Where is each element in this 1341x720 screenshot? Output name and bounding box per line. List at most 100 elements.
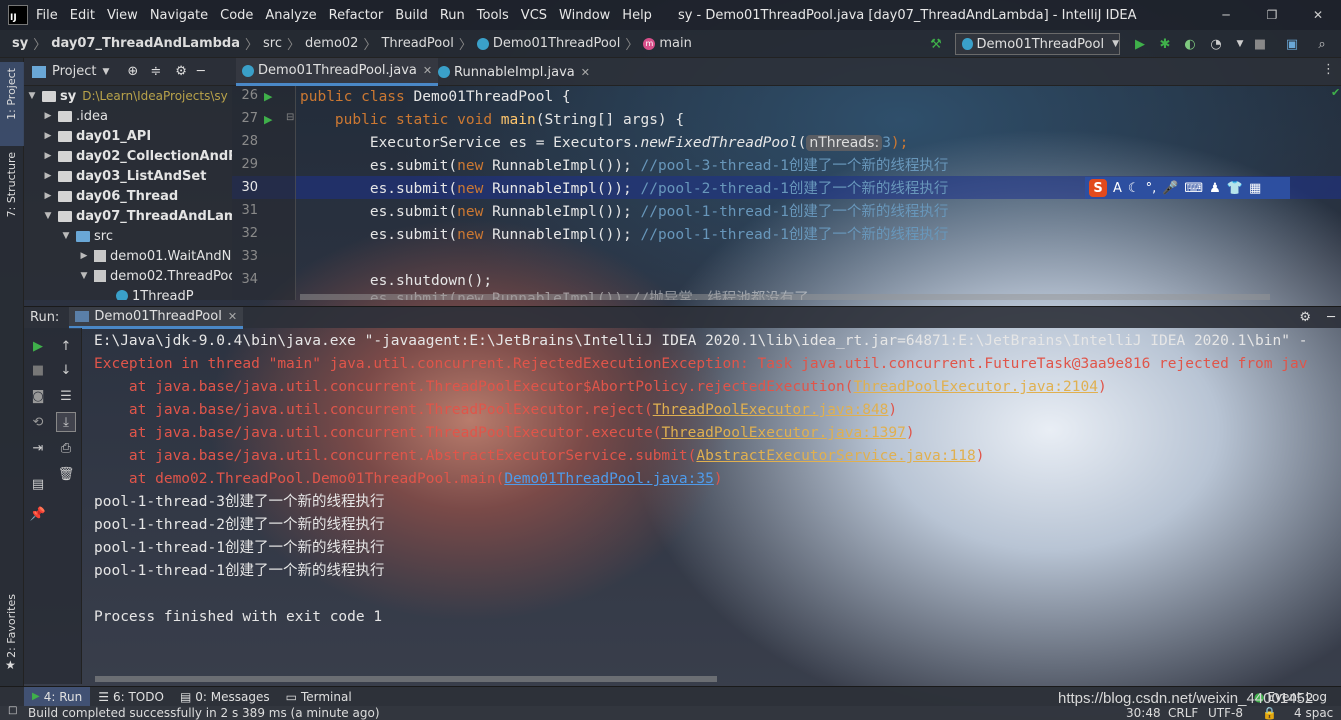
gear-icon[interactable]: ⚙ [175,64,187,79]
inspection-ok-icon[interactable]: ✔ [1331,86,1340,99]
stack-link[interactable]: ThreadPoolExecutor.java:848 [653,402,889,418]
tree-item-demo01[interactable]: ▶ demo01.WaitAndNo [78,246,232,266]
stack-link[interactable]: Demo01ThreadPool.java:35 [504,471,714,487]
status-message[interactable]: Build completed successfully in 2 s 389 … [28,706,380,720]
menu-code[interactable]: Code [220,8,253,23]
run-gutter-icon[interactable]: ▶ [264,90,272,103]
minimize-icon[interactable]: ─ [1203,0,1249,30]
messages-tool-button[interactable]: ▤ 0: Messages [172,687,278,707]
tree-item-day03[interactable]: ▶ day03_ListAndSet [42,166,207,186]
build-hammer-icon[interactable]: ⚒ [928,36,944,52]
search-everywhere-icon[interactable]: ⌕ [1314,36,1330,52]
stack-link[interactable]: ThreadPoolExecutor.java:2104 [854,379,1098,395]
tab-demo01threadpool[interactable]: Demo01ThreadPool.java ✕ [236,58,439,86]
breadcrumb-class[interactable]: Demo01ThreadPool [493,36,621,51]
close-tab-icon[interactable]: ✕ [423,64,432,77]
menu-refactor[interactable]: Refactor [329,8,384,23]
menu-view[interactable]: View [107,8,138,23]
file-encoding[interactable]: UTF-8 [1208,706,1243,720]
ime-mode-icon[interactable]: A [1113,181,1122,196]
menu-analyze[interactable]: Analyze [265,8,316,23]
menu-build[interactable]: Build [395,8,428,23]
profile-icon[interactable]: ◔ [1208,36,1224,52]
scroll-to-end-icon[interactable]: ⤓ [56,412,76,432]
tree-item-class[interactable]: 1ThreadP [116,286,194,300]
camera-icon[interactable]: ◙ [28,386,48,406]
favorites-side-label[interactable]: 2: Favorites [5,594,18,658]
console-horizontal-scrollbar[interactable] [95,676,717,682]
rerun-icon[interactable]: ▶ [28,336,48,356]
tab-runnableimpl[interactable]: RunnableImpl.java ✕ [432,58,596,86]
trash-icon[interactable]: 🗑 [56,464,76,484]
more-tabs-icon[interactable]: ⋮ [1322,62,1335,77]
line-separator[interactable]: CRLF [1168,706,1198,720]
coverage-icon[interactable]: ◐ [1182,36,1198,52]
breadcrumb-subpackage[interactable]: ThreadPool [381,36,453,51]
user-icon[interactable]: ♟ [1209,181,1221,196]
grid-icon[interactable]: ▦ [1249,181,1261,196]
editor-horizontal-scrollbar[interactable] [300,294,1270,300]
gear-icon[interactable]: ⚙ [1299,310,1311,325]
indent-setting[interactable]: 4 spac [1294,706,1333,720]
tree-item-day06[interactable]: ▶ day06_Thread [42,186,179,206]
shirt-icon[interactable]: 👕 [1227,181,1243,196]
project-tool-button[interactable]: 1: Project [0,62,24,146]
pin-icon[interactable]: 📌 [28,504,48,524]
tree-item-idea[interactable]: ▶ .idea [42,106,108,126]
ime-toolbar[interactable]: S A ☾ °, 🎤 ⌨ ♟ 👕 ▦ [1085,177,1290,199]
arrow-down-icon[interactable]: ↓ [56,360,76,380]
breadcrumb-src[interactable]: src [263,36,282,51]
profile-dropdown-icon[interactable]: ▼ [1232,36,1248,52]
close-icon[interactable]: ✕ [1295,0,1341,30]
hide-icon[interactable]: ─ [197,64,205,79]
close-tab-icon[interactable]: ✕ [581,66,590,79]
menu-navigate[interactable]: Navigate [150,8,208,23]
run-tool-button[interactable]: ▶ 4: Run [24,686,91,707]
tree-item-day07[interactable]: ▼day07_ThreadAndLambd [42,206,232,226]
stack-link[interactable]: AbstractExecutorService.java:118 [696,448,975,464]
locate-icon[interactable]: ⊕ [127,64,138,79]
run-icon[interactable]: ▶ [1132,36,1148,52]
stop-icon[interactable]: ■ [1252,36,1268,52]
stop-icon[interactable]: ■ [28,360,48,380]
run-configuration-select[interactable]: Demo01ThreadPool ▼ [955,33,1120,55]
debug-icon[interactable]: ✱ [1157,36,1173,52]
tree-item-day02[interactable]: ▶ day02_CollectionAndRe [42,146,232,166]
restore-icon[interactable]: ❐ [1249,0,1295,30]
punctuation-icon[interactable]: °, [1146,181,1157,196]
tree-item-demo02[interactable]: ▼ demo02.ThreadPoo [78,266,232,286]
run-gutter-icon[interactable]: ▶ [264,113,272,126]
structure-side-label[interactable]: 7: Structure [5,152,18,217]
caret-position[interactable]: 30:48 [1126,706,1161,720]
stack-link[interactable]: ThreadPoolExecutor.java:1397 [661,425,905,441]
keyboard-icon[interactable]: ⌨ [1184,181,1203,196]
exit-icon[interactable]: ⇥ [28,438,48,458]
print-icon[interactable]: ⎙ [56,438,76,458]
menu-edit[interactable]: Edit [70,8,95,23]
todo-tool-button[interactable]: ☰ 6: TODO [90,687,172,707]
breadcrumb-project[interactable]: sy [12,36,28,51]
breadcrumb-module[interactable]: day07_ThreadAndLambda [51,36,240,51]
soft-wrap-icon[interactable]: ☰ [56,386,76,406]
collapse-all-icon[interactable]: ≑ [150,64,161,79]
close-tab-icon[interactable]: ✕ [228,310,237,323]
project-structure-icon[interactable]: ▣ [1284,36,1300,52]
arrow-up-icon[interactable]: ↑ [56,336,76,356]
menu-vcs[interactable]: VCS [521,8,547,23]
tree-item-day01[interactable]: ▶ day01_API [42,126,152,146]
menu-run[interactable]: Run [440,8,465,23]
run-tab[interactable]: Demo01ThreadPool ✕ [69,306,244,329]
chevron-down-icon[interactable]: ▼ [102,67,109,77]
menu-window[interactable]: Window [559,8,610,23]
breadcrumb-method[interactable]: main [659,36,691,51]
tree-item-src[interactable]: ▼ src [60,226,113,246]
lock-icon[interactable]: 🔒 [1262,706,1277,720]
tree-item-sy[interactable]: ▼ sy D:\Learn\IdeaProjects\sy [26,86,228,106]
moon-icon[interactable]: ☾ [1128,181,1140,196]
menu-help[interactable]: Help [622,8,652,23]
hide-icon[interactable]: ─ [1327,310,1335,325]
breadcrumb-package[interactable]: demo02 [305,36,358,51]
console-output[interactable]: E:\Java\jdk-9.0.4\bin\java.exe "-javaage… [82,328,1341,684]
fold-icon[interactable]: ⊟ [286,112,294,123]
restore-layout-icon[interactable]: ⟲ [28,412,48,432]
